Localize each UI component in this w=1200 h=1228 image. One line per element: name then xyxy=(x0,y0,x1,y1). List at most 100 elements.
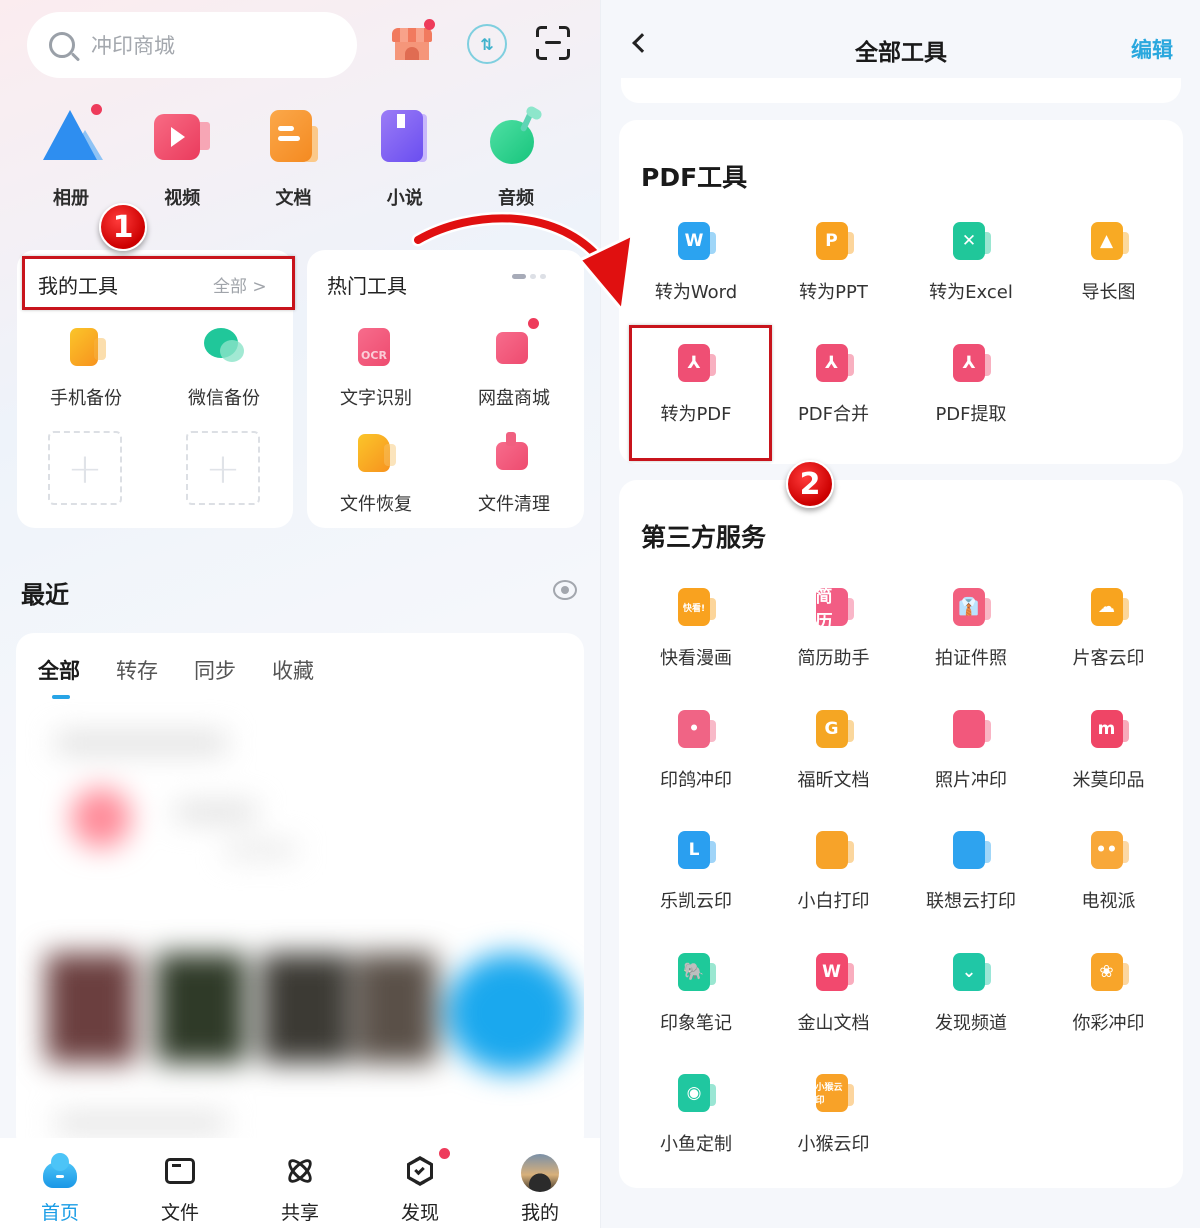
quick-entry-album[interactable]: 相册 xyxy=(16,104,126,210)
tool-icon: ☁ xyxy=(1087,586,1131,630)
tool-item[interactable]: 小白打印 xyxy=(765,829,903,913)
tool-item[interactable]: 联想云打印 xyxy=(902,829,1040,913)
tool-label: 导长图 xyxy=(1081,282,1136,303)
file-cleanup-icon xyxy=(492,432,536,476)
notification-dot xyxy=(528,318,539,329)
tool-item[interactable]: •• 电视派 xyxy=(1040,829,1178,913)
tab-favorites[interactable]: 收藏 xyxy=(272,655,314,685)
album-icon xyxy=(41,104,103,168)
nav-label: 共享 xyxy=(280,1202,319,1224)
nav-label: 文件 xyxy=(160,1202,199,1224)
tool-cloud-store[interactable]: 网盘商城 xyxy=(445,318,583,410)
tool-item[interactable]: ☁ 片客云印 xyxy=(1040,586,1178,670)
tool-label: 乐凯云印 xyxy=(660,891,732,912)
tool-icon: m xyxy=(1087,708,1131,752)
tool-icon: 🐘 xyxy=(674,951,718,995)
tool-icon: • xyxy=(674,708,718,752)
tool-icon: ⅄ xyxy=(949,342,993,386)
tool-item[interactable]: ◉ 小鱼定制 xyxy=(627,1072,765,1156)
tool-item[interactable]: 简历 简历助手 xyxy=(765,586,903,670)
tool-label: 文件清理 xyxy=(478,494,550,515)
tool-item[interactable]: 🐘 印象笔记 xyxy=(627,951,765,1035)
tool-item[interactable]: ❀ 你彩冲印 xyxy=(1040,951,1178,1035)
quick-entry-document[interactable]: 文档 xyxy=(239,108,349,210)
tool-item[interactable]: 快看! 快看漫画 xyxy=(627,586,765,670)
blurred-recent-content xyxy=(26,723,576,1143)
tab-all[interactable]: 全部 xyxy=(38,655,80,699)
home-cloud-icon xyxy=(41,1153,79,1190)
nav-discover[interactable]: 发现 xyxy=(365,1138,475,1228)
tool-item[interactable]: m 米莫印品 xyxy=(1040,708,1178,792)
edit-button[interactable]: 编辑 xyxy=(1131,34,1173,64)
notification-dot xyxy=(424,19,435,30)
tool-item[interactable]: • 印鸽冲印 xyxy=(627,708,765,792)
scan-icon[interactable] xyxy=(536,26,570,60)
tool-item[interactable]: P 转为PPT xyxy=(765,220,903,304)
tool-item[interactable]: ▲ 导长图 xyxy=(1040,220,1178,304)
document-icon xyxy=(264,108,324,168)
tool-item[interactable]: W 转为Word xyxy=(627,220,765,304)
tool-label: 转为Word xyxy=(654,282,738,303)
tool-file-recovery[interactable]: 文件恢复 xyxy=(307,432,445,516)
quick-entry-audio[interactable]: 音频 xyxy=(461,104,571,210)
tool-phone-backup[interactable]: 手机备份 xyxy=(17,326,155,410)
recent-tabs: 全部 转存 同步 收藏 xyxy=(38,655,314,699)
tool-label: 联想云打印 xyxy=(926,891,1016,912)
tool-item[interactable]: ⅄ PDF提取 xyxy=(902,342,1040,426)
recent-card: 全部 转存 同步 收藏 xyxy=(16,633,584,1153)
quick-entry-video[interactable]: 视频 xyxy=(127,108,237,210)
tool-item[interactable]: 小猴云印 小猴云印 xyxy=(765,1072,903,1156)
tool-label: 片客云印 xyxy=(1072,648,1145,669)
tool-label: 微信备份 xyxy=(188,388,260,409)
store-icon[interactable] xyxy=(390,19,435,66)
add-tool-slot[interactable]: + xyxy=(186,431,260,505)
page-title: 全部工具 xyxy=(855,40,947,66)
tool-item[interactable]: ✕ 转为Excel xyxy=(902,220,1040,304)
tool-icon: L xyxy=(674,829,718,873)
tool-ocr[interactable]: OCR 文字识别 xyxy=(307,326,445,410)
tool-label: 印鸽冲印 xyxy=(660,769,732,791)
eye-icon[interactable] xyxy=(553,580,577,600)
third-party-title: 第三方服务 xyxy=(641,523,767,552)
nav-me[interactable]: 我的 xyxy=(485,1138,595,1228)
tool-item[interactable]: 照片冲印 xyxy=(902,708,1040,792)
tool-item[interactable]: L 乐凯云印 xyxy=(627,829,765,913)
tool-item[interactable]: G 福昕文档 xyxy=(765,708,903,792)
tool-icon: 快看! xyxy=(674,586,718,630)
wechat-backup-icon xyxy=(202,326,246,370)
tool-file-cleanup[interactable]: 文件清理 xyxy=(445,432,583,516)
tool-label: 电视派 xyxy=(1081,891,1136,912)
tool-label: 文件恢复 xyxy=(340,494,412,515)
step-badge-1: 1 xyxy=(99,203,147,251)
tool-label: 文字识别 xyxy=(340,388,412,409)
quick-entry-novel[interactable]: 小说 xyxy=(350,108,460,210)
quick-entry-label: 文档 xyxy=(275,188,312,209)
previous-card-edge xyxy=(621,78,1181,103)
tool-label: 拍证件照 xyxy=(935,648,1007,669)
tool-icon: ⌄ xyxy=(949,951,993,995)
bottom-nav: 首页 文件 共享 发现 我的 xyxy=(0,1138,600,1228)
nav-share[interactable]: 共享 xyxy=(245,1138,355,1228)
add-tool-slot[interactable]: + xyxy=(48,431,122,505)
tool-label: 手机备份 xyxy=(50,388,122,409)
tool-icon: ▲ xyxy=(1087,220,1131,264)
audio-icon xyxy=(486,104,546,168)
tab-saved[interactable]: 转存 xyxy=(116,655,158,685)
nav-home[interactable]: 首页 xyxy=(5,1138,115,1228)
hot-tools-title: 热门工具 xyxy=(327,274,407,298)
nav-files[interactable]: 文件 xyxy=(125,1138,235,1228)
tool-label: PDF合并 xyxy=(797,404,870,425)
tool-label: 福昕文档 xyxy=(797,769,870,791)
tool-item[interactable]: ⌄ 发现频道 xyxy=(902,951,1040,1035)
tab-sync[interactable]: 同步 xyxy=(194,655,236,685)
sync-transfer-icon[interactable]: ⇅ xyxy=(467,24,507,64)
search-bar[interactable]: 冲印商城 xyxy=(27,12,357,78)
tool-item[interactable]: 👔 拍证件照 xyxy=(902,586,1040,670)
tool-wechat-backup[interactable]: 微信备份 xyxy=(155,326,293,410)
tool-label: 快看漫画 xyxy=(660,648,732,669)
tool-label: 小鱼定制 xyxy=(660,1134,732,1155)
quick-entries: 相册 视频 文档 小说 音频 xyxy=(16,104,571,210)
tool-item[interactable]: ⅄ PDF合并 xyxy=(765,342,903,426)
search-icon xyxy=(49,32,75,58)
tool-item[interactable]: W 金山文档 xyxy=(765,951,903,1035)
